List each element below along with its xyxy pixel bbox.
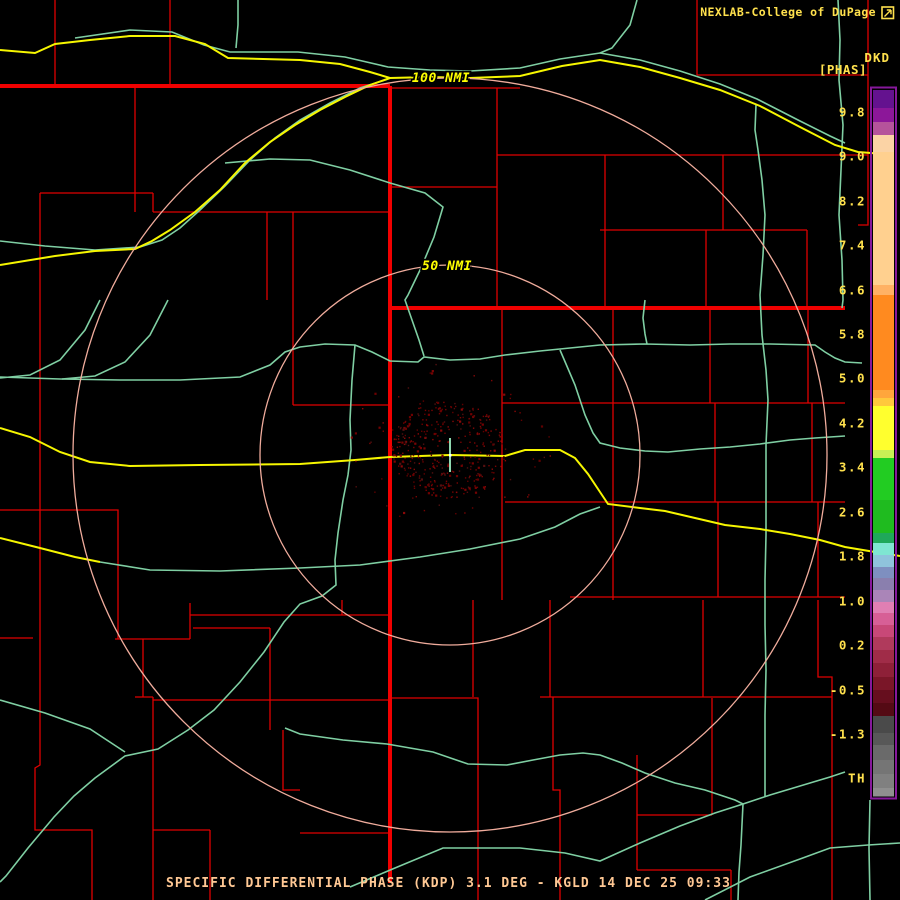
svg-text:50 NMI: 50 NMI	[422, 259, 472, 274]
state-borders	[0, 84, 845, 883]
product-tag-label: [PHAS]	[818, 62, 867, 77]
svg-text:-1.3: -1.3	[830, 727, 866, 742]
status-bar-text: SPECIFIC DIFFERENTIAL PHASE (KDP) 3.1 DE…	[166, 876, 731, 891]
county-borders	[0, 0, 869, 900]
svg-text:0.2: 0.2	[839, 638, 866, 653]
range-ring-labels: 50 NMI 100 NMI	[410, 69, 473, 276]
radar-site-marker	[449, 438, 452, 472]
svg-text:5.8: 5.8	[839, 327, 866, 342]
radar-map-canvas: 50 NMI 100 NMI 9.8 9.0 8.2 7.4 6.6 5.8 5.0 4.2 3.4…	[0, 0, 900, 900]
svg-text:4.2: 4.2	[839, 416, 866, 431]
svg-text:1.8: 1.8	[839, 549, 866, 564]
svg-text:7.4: 7.4	[839, 238, 866, 253]
svg-text:6.6: 6.6	[839, 283, 866, 298]
svg-text:9.0: 9.0	[839, 149, 866, 164]
product-code-label: DKD	[864, 50, 890, 65]
cod-logo-icon	[881, 6, 895, 20]
svg-text:TH: TH	[848, 771, 866, 786]
svg-text:100 NMI: 100 NMI	[412, 71, 470, 86]
svg-text:9.8: 9.8	[839, 105, 866, 120]
colorbar-scale-labels: 9.8 9.0 8.2 7.4 6.6 5.8 5.0 4.2 3.4 2.6 1.8 1.0 0.2 -…	[830, 105, 866, 786]
svg-text:8.2: 8.2	[839, 194, 866, 209]
colorbar	[870, 86, 897, 800]
page-title: NEXLAB-College of DuPage	[700, 5, 876, 19]
svg-text:1.0: 1.0	[839, 594, 866, 609]
radar-display: 50 NMI 100 NMI 9.8 9.0 8.2 7.4 6.6 5.8 5.0 4.2 3.4…	[0, 0, 900, 900]
svg-text:3.4: 3.4	[839, 460, 866, 475]
svg-text:2.6: 2.6	[839, 505, 866, 520]
svg-text:-0.5: -0.5	[830, 683, 866, 698]
svg-text:5.0: 5.0	[839, 371, 866, 386]
